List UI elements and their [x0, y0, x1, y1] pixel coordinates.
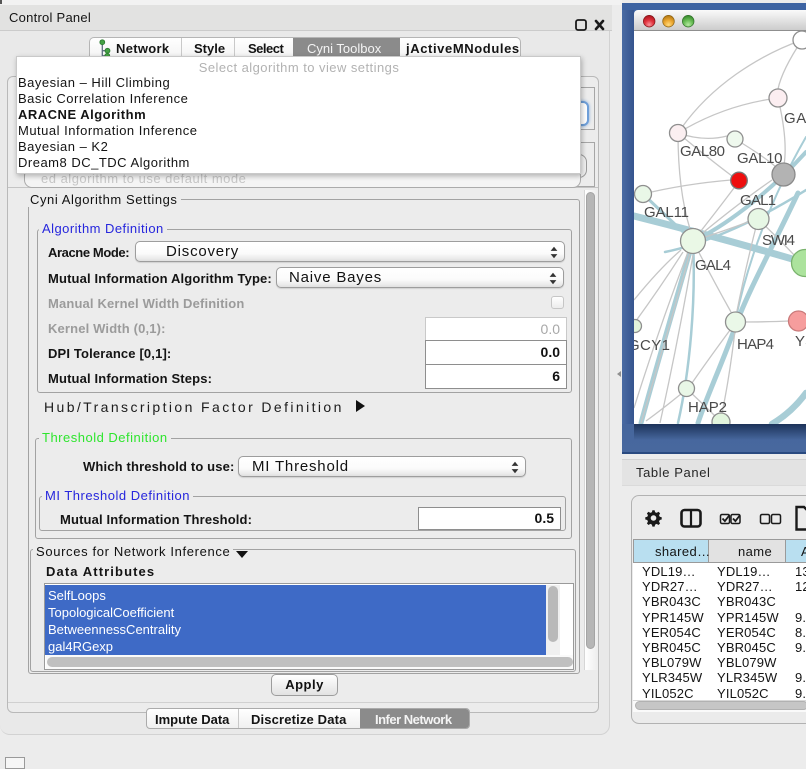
svg-text:GAL1: GAL1 [740, 192, 776, 209]
svg-text:GCY1: GCY1 [634, 337, 670, 354]
svg-text:HAP4: HAP4 [737, 336, 774, 353]
svg-text:GAL4: GAL4 [695, 257, 731, 274]
svg-text:GAL10: GAL10 [737, 150, 783, 167]
svg-text:SWI4: SWI4 [762, 232, 795, 249]
svg-text:GAL7: GAL7 [784, 110, 806, 127]
svg-text:GAL11: GAL11 [644, 204, 689, 221]
svg-text:YJ: YJ [795, 333, 806, 350]
svg-text:GAL80: GAL80 [680, 143, 725, 160]
svg-text:HAP2: HAP2 [688, 399, 727, 416]
